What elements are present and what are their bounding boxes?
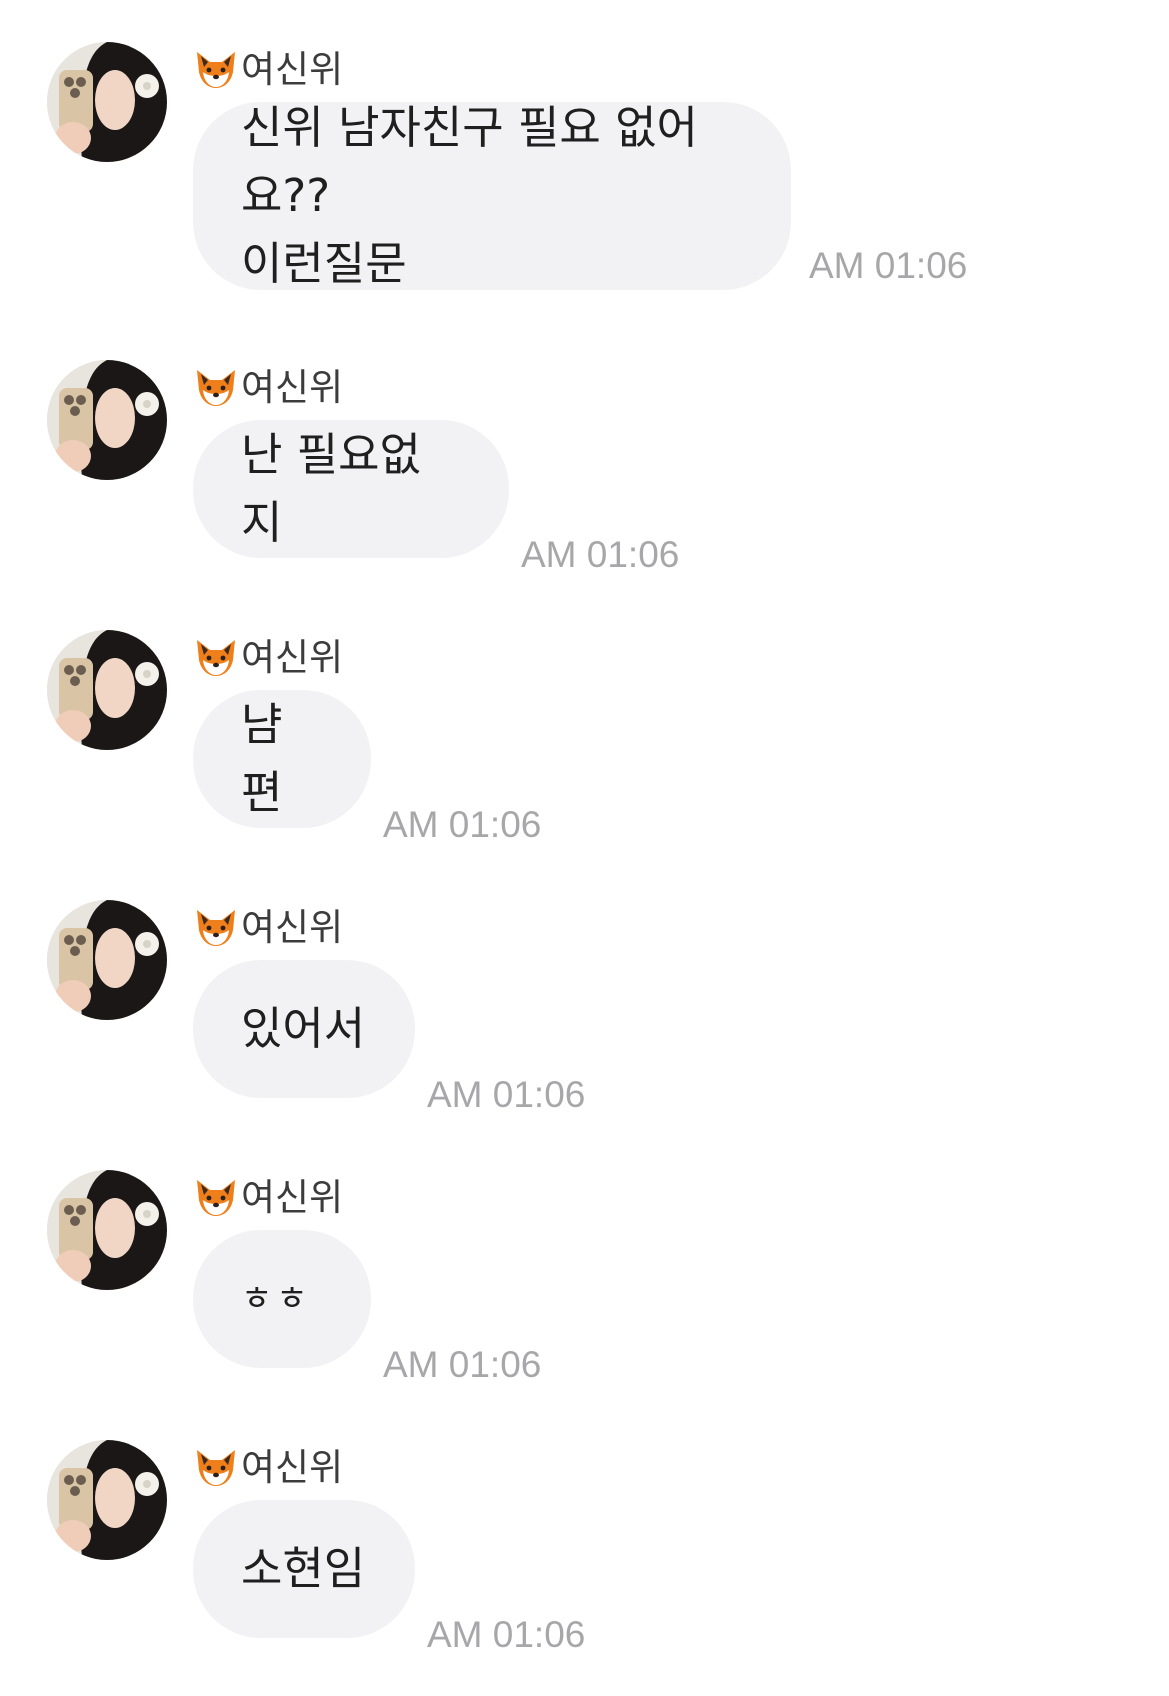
- message-row: 여신위 소현임 AM 01:06: [0, 1440, 1169, 1653]
- message-bubble[interactable]: 소현임: [193, 1500, 415, 1638]
- sender-name: 여신위: [241, 47, 344, 91]
- message-time: AM 01:06: [383, 804, 542, 845]
- sender-label: 여신위: [193, 902, 343, 952]
- fox-face-icon: [197, 1180, 235, 1216]
- sender-label: 여신위: [193, 1172, 343, 1222]
- avatar[interactable]: [47, 900, 167, 1020]
- fox-face-icon: [197, 1450, 235, 1486]
- message-text: 소현임: [241, 1542, 366, 1595]
- message-bubble[interactable]: 난 필요없지: [193, 420, 509, 558]
- message-time: AM 01:06: [383, 1344, 542, 1385]
- fox-face-icon: [197, 52, 235, 88]
- message-bubble[interactable]: 냠편: [193, 690, 371, 828]
- message-row: 여신위 냠편 AM 01:06: [0, 630, 1169, 843]
- message-time: AM 01:06: [427, 1074, 586, 1115]
- avatar[interactable]: [47, 1170, 167, 1290]
- sender-name: 여신위: [241, 365, 344, 409]
- avatar[interactable]: [47, 42, 167, 162]
- avatar[interactable]: [47, 360, 167, 480]
- fox-face-icon: [197, 640, 235, 676]
- message-text: 냠편: [241, 698, 283, 819]
- sender-name: 여신위: [241, 905, 344, 949]
- fox-face-icon: [197, 910, 235, 946]
- message-text: ㅎㅎ: [241, 1279, 312, 1319]
- message-text: 신위 남자친구 필요 없어요?? 이런질문: [241, 101, 698, 290]
- message-time: AM 01:06: [427, 1614, 586, 1655]
- sender-name: 여신위: [241, 635, 344, 679]
- message-row: 여신위 난 필요없지 AM 01:06: [0, 360, 1169, 573]
- avatar[interactable]: [47, 630, 167, 750]
- message-row: 여신위 있어서 AM 01:06: [0, 900, 1169, 1113]
- avatar[interactable]: [47, 1440, 167, 1560]
- sender-label: 여신위: [193, 44, 343, 94]
- message-row: 여신위 신위 남자친구 필요 없어요?? 이런질문 AM 01:06: [0, 42, 1169, 312]
- sender-label: 여신위: [193, 1442, 343, 1492]
- message-text: 난 필요없지: [241, 428, 421, 549]
- message-time: AM 01:06: [809, 245, 968, 286]
- message-row: 여신위 ㅎㅎ AM 01:06: [0, 1170, 1169, 1383]
- message-bubble[interactable]: 신위 남자친구 필요 없어요?? 이런질문: [193, 101, 791, 290]
- chat-message-list: 여신위 신위 남자친구 필요 없어요?? 이런질문 AM 01:06 여신위 난…: [0, 0, 1169, 1696]
- sender-name: 여신위: [241, 1175, 344, 1219]
- sender-name: 여신위: [241, 1445, 344, 1489]
- fox-face-icon: [197, 370, 235, 406]
- message-bubble[interactable]: 있어서: [193, 960, 415, 1098]
- message-time: AM 01:06: [521, 534, 680, 575]
- message-text: 있어서: [241, 1002, 366, 1055]
- sender-label: 여신위: [193, 632, 343, 682]
- message-bubble[interactable]: ㅎㅎ: [193, 1230, 371, 1368]
- sender-label: 여신위: [193, 362, 343, 412]
